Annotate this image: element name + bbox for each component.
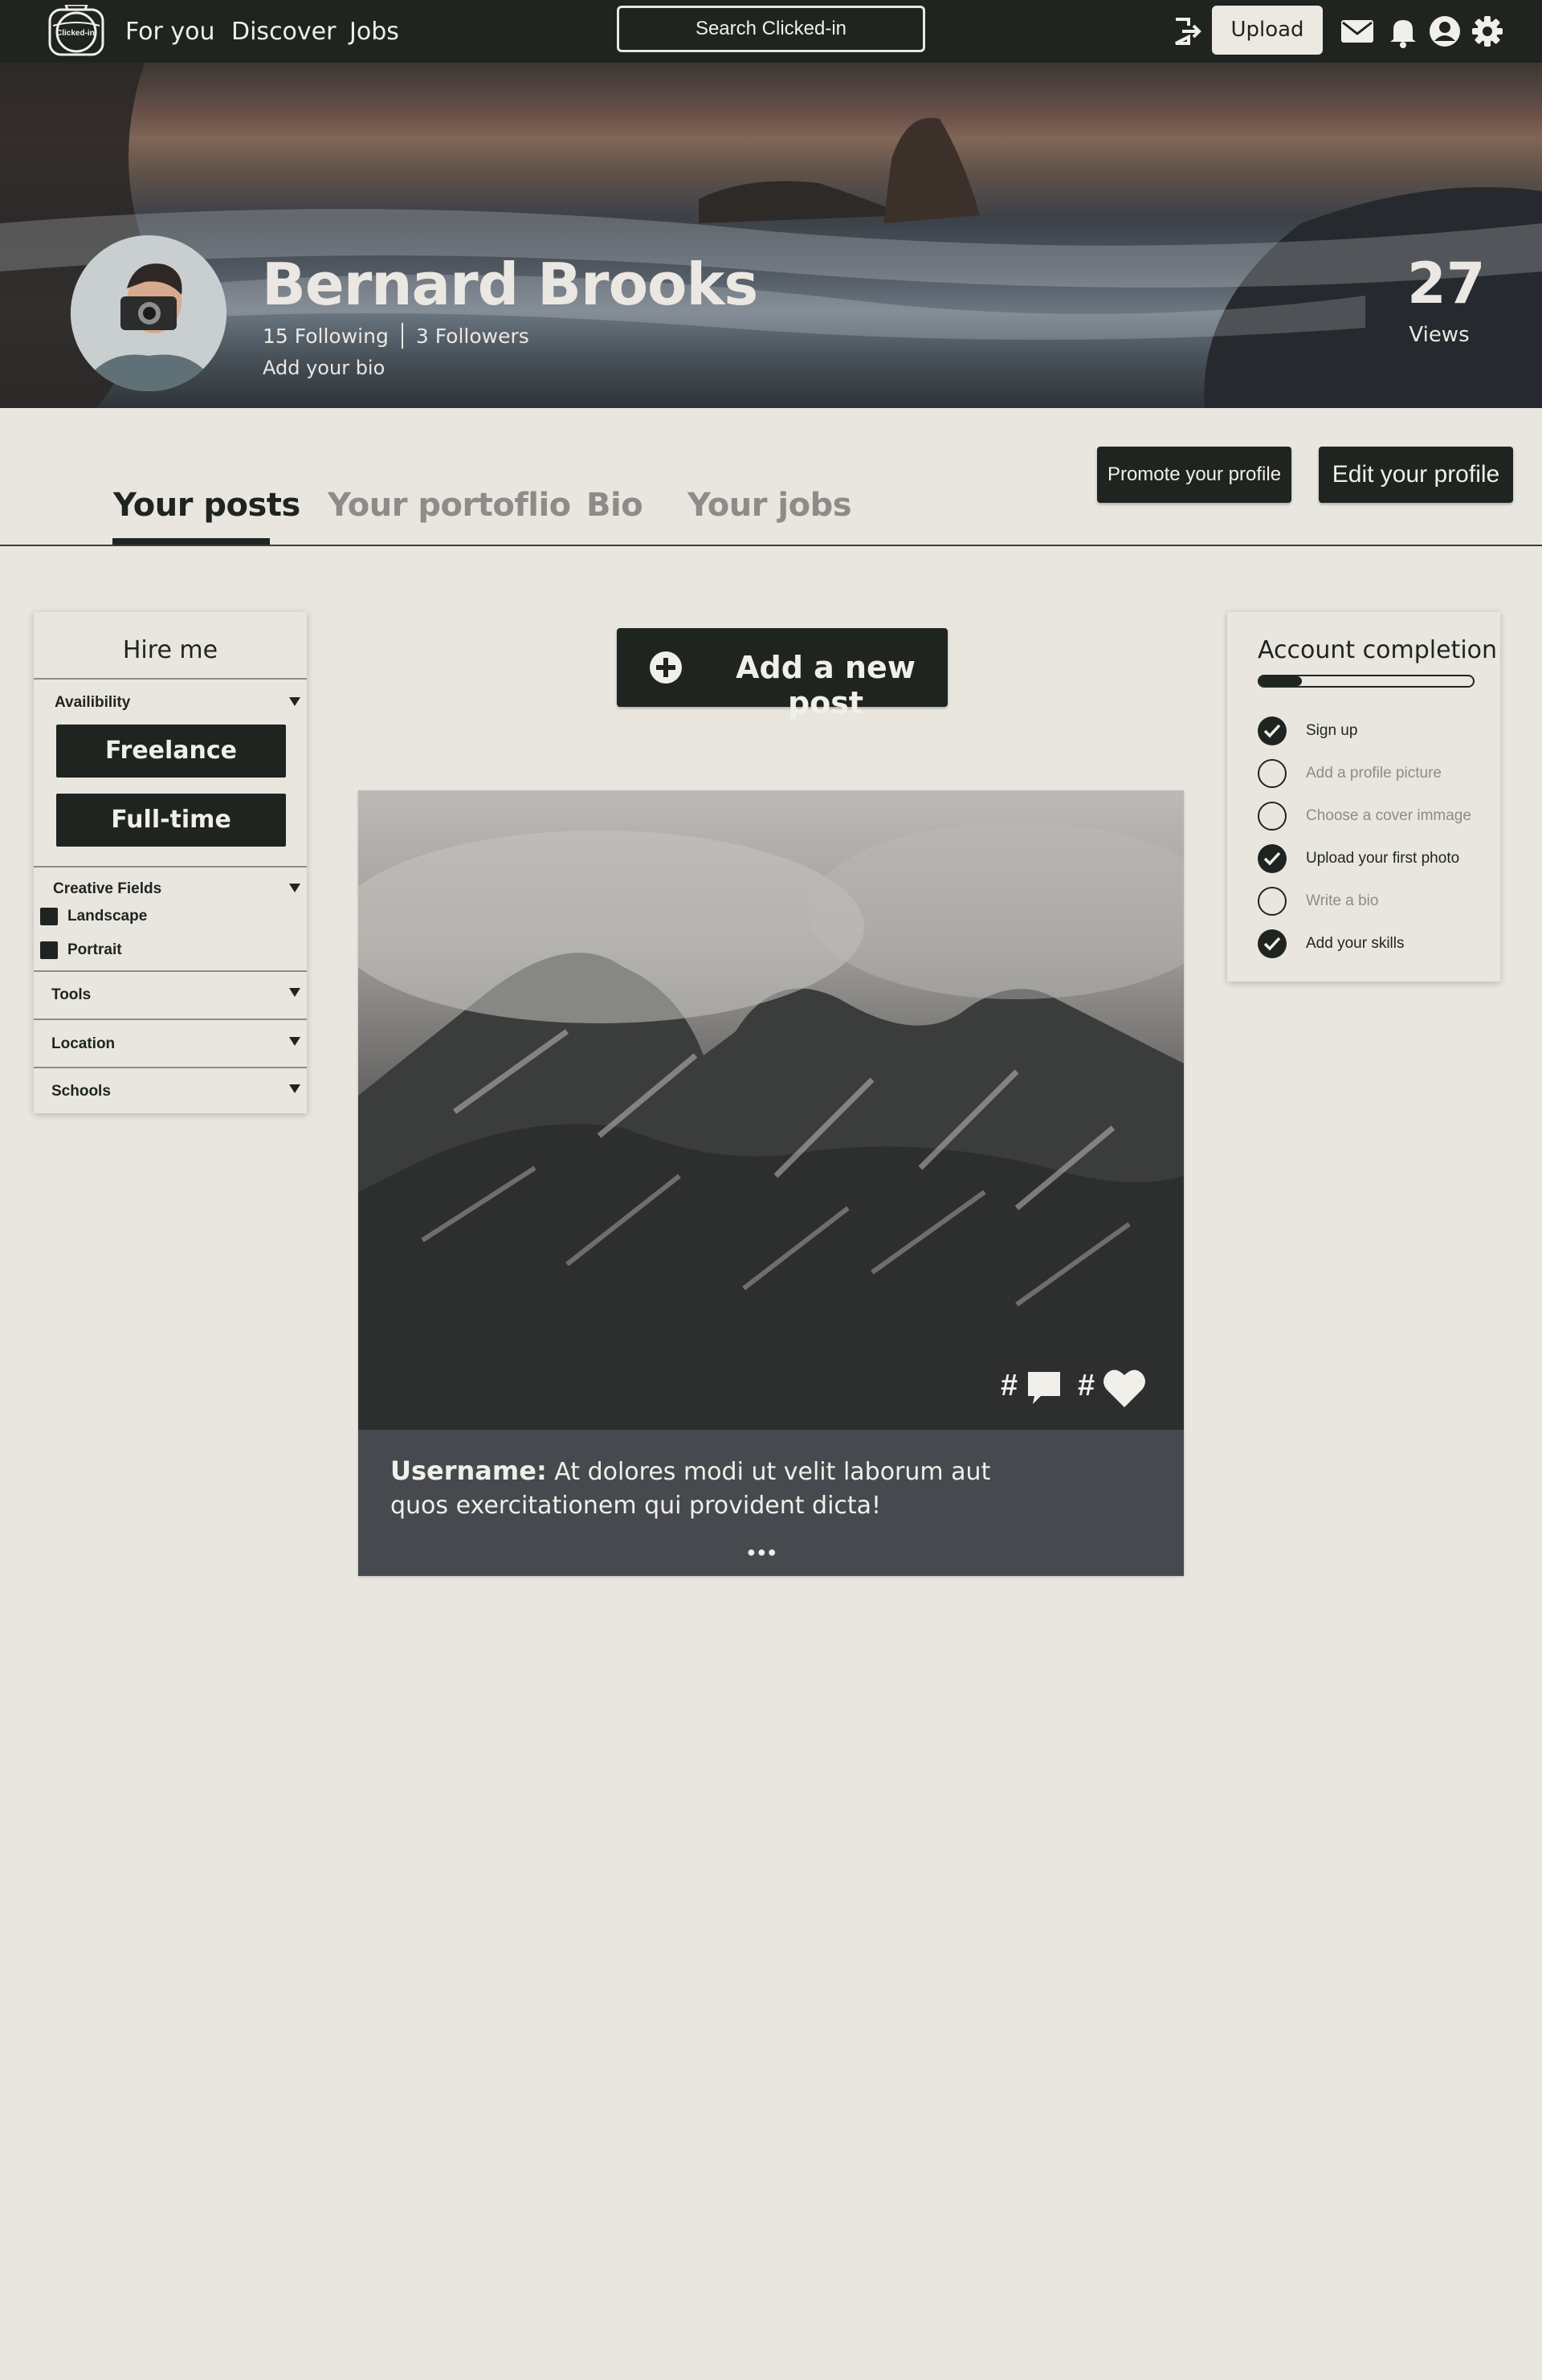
checkbox-box: [40, 908, 58, 925]
schools-section-header[interactable]: Schools: [34, 1083, 307, 1102]
comment-count: #: [1001, 1369, 1018, 1402]
empty-circle-icon: [1258, 759, 1287, 788]
tab-your-posts[interactable]: Your posts: [113, 487, 300, 524]
post-image[interactable]: # #: [358, 790, 1184, 1430]
location-label: Location: [51, 1035, 116, 1052]
post-username[interactable]: Username:: [390, 1455, 547, 1486]
more-options-icon[interactable]: ●●●: [747, 1544, 778, 1561]
checklist-item[interactable]: Add a profile picture: [1258, 759, 1442, 788]
chevron-down-icon: [289, 1037, 300, 1046]
like-count: #: [1078, 1369, 1095, 1402]
account-icon[interactable]: [1427, 14, 1462, 49]
completion-progress-fill: [1259, 676, 1303, 686]
chevron-down-icon: [289, 988, 300, 997]
checklist-item-label: Upload your first photo: [1306, 850, 1460, 867]
upload-button[interactable]: Upload: [1212, 6, 1323, 55]
portrait-checbox[interactable]: Portrait: [40, 941, 122, 959]
checklist-item[interactable]: Upload your first photo: [1258, 844, 1459, 873]
empty-circle-icon: [1258, 887, 1287, 916]
top-navigation-bar: Clicked-in For you Discover Jobs Search …: [0, 0, 1542, 63]
divider: [34, 970, 307, 972]
chevron-down-icon: [289, 884, 300, 892]
add-bio-link[interactable]: Add your bio: [263, 357, 385, 379]
creative-fields-label: Creative Fields: [53, 880, 162, 897]
hire-me-title: Hire me: [122, 636, 218, 664]
checklist-item-label: Add a profile picture: [1306, 765, 1442, 782]
checklist-item-label: Write a bio: [1306, 892, 1379, 909]
divider: [34, 866, 307, 867]
mail-icon[interactable]: [1340, 14, 1375, 49]
checklist-item[interactable]: Sign up: [1258, 716, 1357, 745]
checklist-item-label: Add your skills: [1306, 935, 1405, 952]
availability-label: Availibility: [55, 694, 131, 711]
following-count[interactable]: 15 Following: [263, 325, 389, 348]
nav-for-you[interactable]: For you: [125, 18, 215, 46]
profile-avatar[interactable]: [71, 235, 226, 391]
comment-icon[interactable]: [1025, 1369, 1063, 1407]
settings-icon[interactable]: [1470, 14, 1505, 49]
bell-icon[interactable]: [1385, 14, 1421, 49]
tabs-divider: [0, 545, 1542, 546]
empty-circle-icon: [1258, 802, 1287, 831]
account-completion-title: Account completion: [1258, 636, 1498, 664]
freelance-button[interactable]: Freelance: [56, 725, 286, 778]
landscape-label: Landscape: [67, 908, 148, 925]
checklist-item[interactable]: Add your skills: [1258, 929, 1405, 958]
creative-fields-section-header[interactable]: Creative Fields: [34, 880, 307, 900]
heart-icon[interactable]: [1102, 1367, 1147, 1409]
views-label: Views: [1409, 323, 1470, 347]
profile-cover-image: [0, 63, 1542, 408]
edit-profile-button[interactable]: Edit your profile: [1319, 447, 1513, 503]
check-circle-icon: [1258, 716, 1287, 745]
hire-me-panel: Hire me Availibility Freelance Full-time…: [34, 612, 307, 1113]
search-input[interactable]: Search Clicked-in: [617, 6, 925, 52]
follow-stats: 15 Following 3 Followers: [263, 323, 529, 349]
divider: [34, 678, 307, 680]
schools-label: Schools: [51, 1083, 111, 1100]
completion-progress-bar: [1258, 675, 1475, 688]
logo-text: Clicked-in: [56, 29, 95, 38]
clicked-in-logo[interactable]: Clicked-in: [47, 3, 106, 58]
nav-discover[interactable]: Discover: [231, 18, 336, 46]
tools-section-header[interactable]: Tools: [34, 986, 307, 1006]
profile-name: Bernard Brooks: [262, 251, 758, 318]
post-card: # # Username: At dolores modi ut velit l…: [358, 790, 1184, 1576]
account-completion-panel: Account completion Sign up Add a profile …: [1227, 612, 1500, 982]
tab-your-jobs[interactable]: Your jobs: [687, 487, 852, 524]
portrait-label: Portrait: [67, 941, 122, 958]
nav-jobs[interactable]: Jobs: [349, 18, 399, 46]
add-new-post-label: Add a new post: [736, 650, 916, 721]
landscape-checkbox[interactable]: Landscape: [40, 908, 147, 925]
tab-your-portfolio[interactable]: Your portoflio: [328, 487, 571, 524]
checklist-item-label: Choose a cover immage: [1306, 807, 1471, 824]
followers-count[interactable]: 3 Followers: [416, 325, 529, 348]
post-caption: Username: At dolores modi ut velit labor…: [390, 1454, 1033, 1523]
views-count: 27: [1407, 251, 1486, 316]
check-circle-icon: [1258, 929, 1287, 958]
add-new-post-button[interactable]: Add a new post: [617, 628, 948, 721]
stats-divider: [401, 323, 403, 349]
availability-section-header[interactable]: Availibility: [34, 694, 307, 713]
plus-circle-icon: [650, 651, 682, 684]
checkbox-box: [40, 941, 58, 959]
checklist-item-label: Sign up: [1306, 722, 1358, 739]
checklist-item[interactable]: Write a bio: [1258, 887, 1378, 916]
chevron-down-icon: [289, 1084, 300, 1093]
divider: [34, 1019, 307, 1020]
logout-icon[interactable]: [1169, 14, 1205, 49]
chevron-down-icon: [289, 697, 300, 706]
tab-bio[interactable]: Bio: [586, 487, 643, 524]
tools-label: Tools: [51, 986, 92, 1003]
location-section-header[interactable]: Location: [34, 1035, 307, 1055]
full-time-button[interactable]: Full-time: [56, 794, 286, 847]
promote-profile-button[interactable]: Promote your profile: [1097, 447, 1291, 503]
check-circle-icon: [1258, 844, 1287, 873]
divider: [34, 1067, 307, 1068]
checklist-item[interactable]: Choose a cover immage: [1258, 802, 1471, 831]
